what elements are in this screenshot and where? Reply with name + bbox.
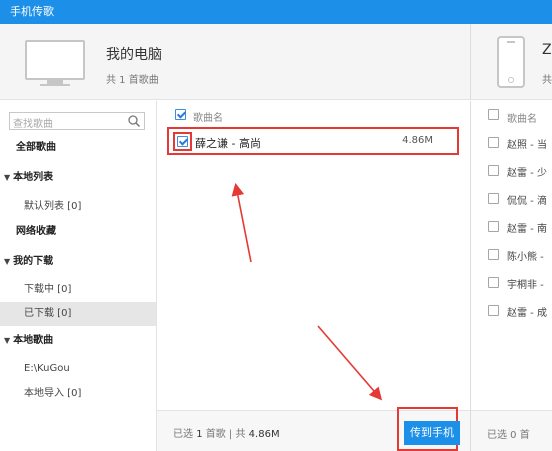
- phone-song-title: 赵照 - 当: [507, 140, 547, 151]
- phone-title: ZU: [542, 42, 552, 58]
- song-size: 4.86M: [402, 135, 433, 146]
- sidebar-item-label: 下载中 [0]: [24, 284, 72, 295]
- column-song-name: 歌曲名: [193, 113, 223, 124]
- computer-song-count: 共 1 首歌曲: [106, 75, 159, 86]
- phone-header: ZU 共: [470, 24, 552, 100]
- phone-column-song-name: 歌曲名: [507, 114, 537, 125]
- phone-selection-summary: 已选 0 首: [487, 430, 530, 441]
- selection-summary: 已选 1 首歌 | 共 4.86M: [173, 429, 280, 440]
- select-all-checkbox[interactable]: [175, 109, 186, 120]
- sidebar-item-label: E:\KuGou: [24, 363, 70, 374]
- caret-down-icon[interactable]: ▼: [4, 329, 10, 353]
- phone-song-checkbox[interactable]: [488, 165, 499, 176]
- song-checkbox[interactable]: [177, 136, 188, 147]
- phone-song-checkbox[interactable]: [488, 305, 499, 316]
- sidebar-group-my-downloads[interactable]: ▼ 我的下载: [0, 250, 156, 274]
- sidebar-item-label: 本地歌曲: [13, 335, 54, 346]
- transfer-footer: 已选 1 首歌 | 共 4.86M 传到手机: [157, 407, 470, 451]
- sidebar-item-label: 本地列表: [13, 172, 54, 183]
- list-item[interactable]: 宇桐非 -: [471, 269, 552, 297]
- phone-song-title: 陈小熊 -: [507, 252, 544, 263]
- sidebar-group-local-songs[interactable]: ▼ 本地歌曲: [0, 329, 156, 353]
- phone-song-checkbox[interactable]: [488, 277, 499, 288]
- send-to-phone-button[interactable]: 传到手机: [404, 421, 460, 445]
- phone-song-title: 赵雷 - 少: [507, 168, 547, 179]
- table-row[interactable]: 薛之谦 - 高尚 4.86M: [167, 127, 459, 155]
- sidebar-item-default-list[interactable]: 默认列表 [0]: [0, 195, 156, 219]
- phone-song-count: 共: [542, 75, 552, 86]
- sidebar-group-local-list[interactable]: ▼ 本地列表: [0, 166, 156, 190]
- list-item[interactable]: 赵雷 - 少: [471, 157, 552, 185]
- phone-song-checkbox[interactable]: [488, 193, 499, 204]
- sidebar-item-downloaded[interactable]: 已下载 [0]: [0, 302, 156, 326]
- sidebar-item-label: 本地导入 [0]: [24, 388, 82, 399]
- phone-icon: [497, 36, 525, 88]
- list-item[interactable]: 陈小熊 -: [471, 241, 552, 269]
- phone-song-checkbox[interactable]: [488, 137, 499, 148]
- phone-song-title: 赵雷 - 南: [507, 224, 547, 235]
- sidebar-item-downloading[interactable]: 下载中 [0]: [0, 278, 156, 302]
- list-item[interactable]: 侃侃 - 滴: [471, 185, 552, 213]
- phone-list-header: 歌曲名: [471, 101, 552, 129]
- song-list-header: 歌曲名: [157, 105, 470, 127]
- sidebar-item-net-favorites[interactable]: 网络收藏: [0, 220, 156, 244]
- caret-down-icon[interactable]: ▼: [4, 166, 10, 190]
- sidebar-item-label: 默认列表 [0]: [24, 201, 82, 212]
- sidebar-item-all-songs[interactable]: 全部歌曲: [0, 136, 156, 160]
- song-title: 薛之谦 - 高尚: [195, 137, 261, 150]
- phone-song-title: 侃侃 - 滴: [507, 196, 547, 207]
- phone-song-title: 赵雷 - 成: [507, 308, 547, 319]
- sidebar: 查找歌曲 全部歌曲 ▼ 本地列表 默认列表 [0] 网络收藏 ▼ 我的下载 下载中 …: [0, 101, 157, 451]
- phone-song-checkbox[interactable]: [488, 221, 499, 232]
- phone-select-all-checkbox[interactable]: [488, 109, 499, 120]
- sidebar-item-kugou-folder[interactable]: E:\KuGou: [0, 357, 156, 381]
- search-placeholder: 查找歌曲: [13, 119, 53, 130]
- phone-song-panel: 歌曲名 赵照 - 当 赵雷 - 少 侃侃 - 滴 赵雷 - 南 陈小熊 - 宇桐…: [470, 101, 552, 451]
- window-title: 手机传歌: [0, 0, 552, 24]
- sidebar-item-label: 已下载 [0]: [24, 308, 72, 319]
- sidebar-item-label: 我的下载: [13, 256, 54, 267]
- search-icon[interactable]: [127, 114, 141, 128]
- phone-song-title: 宇桐非 -: [507, 280, 544, 291]
- header-panel: 我的电脑 共 1 首歌曲 ZU 共: [0, 24, 552, 100]
- sidebar-item-label: 网络收藏: [16, 226, 56, 237]
- phone-footer: 已选 0 首: [471, 410, 552, 451]
- sidebar-item-label: 全部歌曲: [16, 142, 56, 153]
- search-input[interactable]: 查找歌曲: [9, 112, 145, 130]
- list-item[interactable]: 赵雷 - 成: [471, 297, 552, 325]
- list-item[interactable]: 赵雷 - 南: [471, 213, 552, 241]
- sidebar-item-local-import[interactable]: 本地导入 [0]: [0, 382, 156, 406]
- caret-down-icon[interactable]: ▼: [4, 250, 10, 274]
- phone-song-checkbox[interactable]: [488, 249, 499, 260]
- list-item[interactable]: 赵照 - 当: [471, 129, 552, 157]
- song-list-panel: 歌曲名 薛之谦 - 高尚 4.86M: [157, 101, 470, 451]
- computer-title: 我的电脑: [106, 47, 162, 63]
